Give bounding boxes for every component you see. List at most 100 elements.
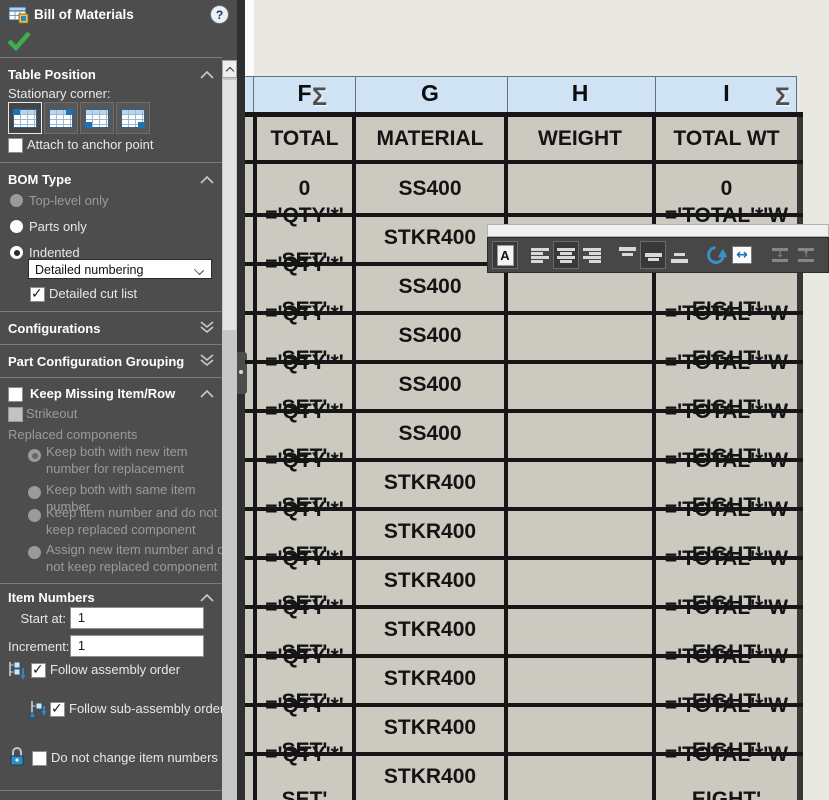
table-header-total-wt[interactable]: TOTAL WT <box>656 117 797 160</box>
keep-both-new-number-label: Keep both with new item number for repla… <box>46 444 188 476</box>
align-center-button[interactable] <box>553 241 579 269</box>
expand-chevron-icon[interactable] <box>200 353 214 367</box>
cell-material[interactable]: STKR400 <box>356 458 504 507</box>
cell-material[interactable]: SS400 <box>356 360 504 409</box>
insert-row-above-icon <box>798 248 814 262</box>
table-header-weight[interactable]: WEIGHT <box>508 117 652 160</box>
corner-button-bottom-right[interactable] <box>116 102 150 134</box>
column-width-button[interactable] <box>729 241 755 269</box>
cell-material[interactable]: SS400 <box>356 311 504 360</box>
toolbar-buttons <box>487 237 829 273</box>
cell-material[interactable]: STKR400 <box>356 213 504 262</box>
table-corner-icon <box>121 108 145 128</box>
rotate-text-button[interactable] <box>703 241 729 269</box>
radio-top-level-only <box>10 194 23 207</box>
panel-scrollbar-thumb[interactable] <box>223 80 236 330</box>
table-left-border <box>237 0 245 800</box>
corner-button-top-left[interactable] <box>8 102 42 134</box>
cell-material[interactable]: STKR400 <box>356 752 504 800</box>
sum-button[interactable] <box>824 241 829 269</box>
table-corner-icon <box>49 108 73 128</box>
corner-button-bottom-left[interactable] <box>80 102 114 134</box>
sum-indicator-icon: Σ <box>312 83 328 111</box>
cell-total[interactable]: ='QTY'*' SET' <box>257 743 352 800</box>
panel-splitter-grip[interactable] <box>237 352 247 394</box>
cell-material[interactable]: STKR400 <box>356 507 504 556</box>
attach-anchor-checkbox[interactable] <box>8 138 23 153</box>
start-at-label: Start at: <box>20 611 66 626</box>
format-text-icon <box>496 244 514 266</box>
stationary-corner-label: Stationary corner: <box>8 86 111 101</box>
radio-keep-both-same-number <box>28 486 41 499</box>
collapse-chevron-icon[interactable] <box>200 388 214 402</box>
collapse-chevron-icon[interactable] <box>200 69 214 83</box>
table-corner-icon <box>85 108 109 128</box>
cell-material[interactable]: STKR400 <box>356 703 504 752</box>
radio-keep-item-number <box>28 509 41 522</box>
align-right-icon <box>583 247 601 263</box>
strikeout-label: Strikeout <box>26 406 78 421</box>
solidworks-window: FΣGHIΣ TOTAL MATERIAL WEIGHT TOTAL WT 0 SS40… <box>0 0 829 800</box>
valign-bottom-icon <box>670 247 688 263</box>
follow-assembly-checkbox[interactable] <box>31 661 46 678</box>
section-configurations[interactable]: Configurations <box>8 321 100 336</box>
cell-material[interactable]: STKR400 <box>356 654 504 703</box>
align-right-button[interactable] <box>579 241 605 269</box>
sum-indicator-icon: Σ <box>775 83 791 111</box>
align-left-icon <box>531 247 549 263</box>
follow-sub-assembly-label: Follow sub-assembly order <box>69 701 225 716</box>
column-letter-row: FΣGHIΣ <box>245 76 797 114</box>
cell-material[interactable]: SS400 <box>356 262 504 311</box>
column-letter-G[interactable]: G <box>356 80 504 107</box>
valign-top-button[interactable] <box>614 241 640 269</box>
table-header-total[interactable]: TOTAL <box>257 117 352 160</box>
valign-middle-icon <box>644 247 662 263</box>
valign-bottom-button[interactable] <box>666 241 692 269</box>
cell-material[interactable]: STKR400 <box>356 556 504 605</box>
assembly-order-icon <box>6 659 26 686</box>
sub-assembly-order-icon <box>28 698 48 725</box>
cell-total_wt[interactable]: ='TOTAL'*'WEIGHT' <box>656 743 797 800</box>
scroll-up-button[interactable] <box>222 60 237 78</box>
indented-label: Indented <box>29 245 80 260</box>
radio-indented[interactable] <box>10 246 23 259</box>
no-change-item-numbers-checkbox[interactable] <box>32 751 47 766</box>
table-header-material[interactable]: MATERIAL <box>356 117 504 160</box>
cell-material[interactable]: STKR400 <box>356 605 504 654</box>
bom-table: FΣGHIΣ TOTAL MATERIAL WEIGHT TOTAL WT 0 SS40… <box>245 76 803 800</box>
follow-sub-assembly-checkbox[interactable] <box>50 700 65 717</box>
column-letter-F[interactable]: F <box>257 80 352 107</box>
increment-input[interactable] <box>70 635 204 657</box>
section-keep-missing[interactable]: Keep Missing Item/Row <box>30 386 175 401</box>
column-letter-H[interactable]: H <box>508 80 652 107</box>
radio-parts-only[interactable] <box>10 220 23 233</box>
help-icon[interactable]: ? <box>210 5 229 24</box>
lock-icon <box>8 746 26 773</box>
section-part-grouping[interactable]: Part Configuration Grouping <box>8 354 184 369</box>
expand-chevron-icon[interactable] <box>200 320 214 334</box>
valign-top-icon <box>618 247 636 263</box>
section-item-numbers[interactable]: Item Numbers <box>8 590 95 605</box>
attach-anchor-label: Attach to anchor point <box>27 137 154 152</box>
section-table-position[interactable]: Table Position <box>8 67 96 82</box>
format-text-button[interactable] <box>492 241 518 269</box>
insert-row-below-icon <box>772 248 788 262</box>
numbering-dropdown[interactable]: Detailed numbering <box>28 259 212 279</box>
cell-material[interactable]: SS400 <box>356 164 504 213</box>
stationary-corner-buttons <box>8 102 150 134</box>
collapse-chevron-icon[interactable] <box>200 174 214 188</box>
insert-row-above-button <box>793 241 819 269</box>
replaced-components-label: Replaced components <box>8 427 138 442</box>
toolbar-drag-handle[interactable] <box>487 224 829 237</box>
corner-button-top-right[interactable] <box>44 102 78 134</box>
start-at-input[interactable] <box>70 607 204 629</box>
section-bom-type[interactable]: BOM Type <box>8 172 71 187</box>
collapse-chevron-icon[interactable] <box>200 592 214 606</box>
detailed-cut-list-checkbox[interactable] <box>30 285 45 302</box>
keep-missing-checkbox[interactable] <box>8 387 23 402</box>
valign-middle-button[interactable] <box>640 241 666 269</box>
increment-label: Increment: <box>8 639 70 654</box>
ok-check-icon[interactable] <box>7 29 31 56</box>
cell-material[interactable]: SS400 <box>356 409 504 458</box>
align-left-button[interactable] <box>527 241 553 269</box>
